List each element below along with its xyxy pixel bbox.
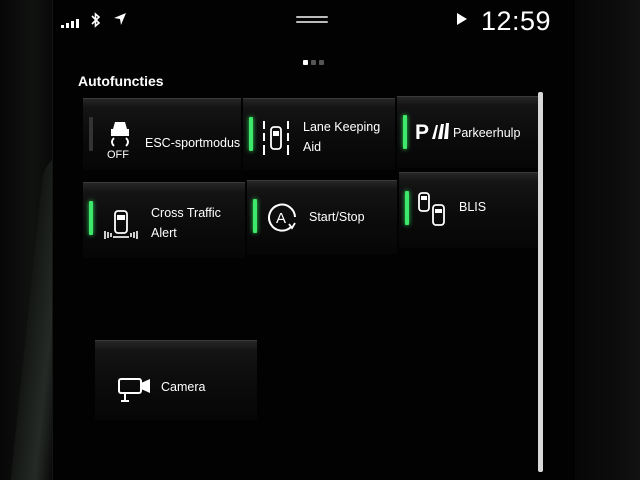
start-stop-icon: A bbox=[267, 201, 299, 238]
blis-icon bbox=[417, 191, 447, 232]
tile-camera[interactable]: Camera bbox=[95, 340, 257, 420]
esc-off-icon: OFF bbox=[105, 119, 135, 164]
tile-label: Lane Keeping Aid bbox=[303, 120, 381, 154]
svg-text:P: P bbox=[415, 121, 429, 143]
svg-text:A: A bbox=[276, 210, 286, 227]
camera-icon bbox=[117, 377, 153, 408]
status-indicator bbox=[253, 199, 257, 233]
tile-label: Parkeerhulp bbox=[453, 126, 521, 140]
tile-cross-traffic-alert[interactable]: Cross Traffic Alert bbox=[83, 182, 245, 258]
page-indicator bbox=[303, 52, 327, 70]
tile-label: Start/Stop bbox=[309, 210, 365, 224]
signal-strength-icon bbox=[61, 18, 83, 28]
status-indicator bbox=[249, 117, 253, 151]
tile-label: Cross Traffic Alert bbox=[151, 206, 221, 240]
tile-start-stop[interactable]: A Start/Stop bbox=[247, 180, 397, 254]
status-bar: 12:59 bbox=[53, 0, 575, 44]
svg-text:OFF: OFF bbox=[107, 149, 129, 159]
cross-traffic-icon bbox=[103, 207, 139, 248]
tile-label: Camera bbox=[161, 380, 206, 394]
status-indicator bbox=[403, 115, 407, 149]
tile-lane-keeping-aid[interactable]: Lane Keeping Aid bbox=[243, 98, 395, 170]
tile-parkeerhulp[interactable]: P Parkeerhulp bbox=[397, 96, 543, 168]
clock: 12:59 bbox=[481, 6, 552, 36]
lane-keeping-icon bbox=[261, 119, 291, 162]
status-indicator bbox=[89, 201, 93, 235]
tile-esc-sportmodus[interactable]: OFF ESC-sportmodus bbox=[83, 98, 241, 170]
tile-label: ESC-sportmodus bbox=[145, 136, 241, 150]
section-title: Autofuncties bbox=[78, 73, 164, 89]
infotainment-screen: 12:59 Autofuncties OFF ESC-sportmodus La… bbox=[52, 0, 575, 480]
location-arrow-icon bbox=[113, 12, 127, 26]
scrollbar[interactable] bbox=[538, 92, 543, 472]
tile-blis[interactable]: BLIS bbox=[399, 172, 543, 248]
tile-label: BLIS bbox=[459, 200, 487, 214]
status-indicator bbox=[89, 117, 93, 151]
parking-assist-icon: P bbox=[415, 119, 449, 148]
play-icon bbox=[457, 13, 467, 28]
top-drawer-handle[interactable] bbox=[296, 16, 328, 26]
status-indicator bbox=[405, 191, 409, 225]
bluetooth-icon bbox=[91, 12, 101, 32]
